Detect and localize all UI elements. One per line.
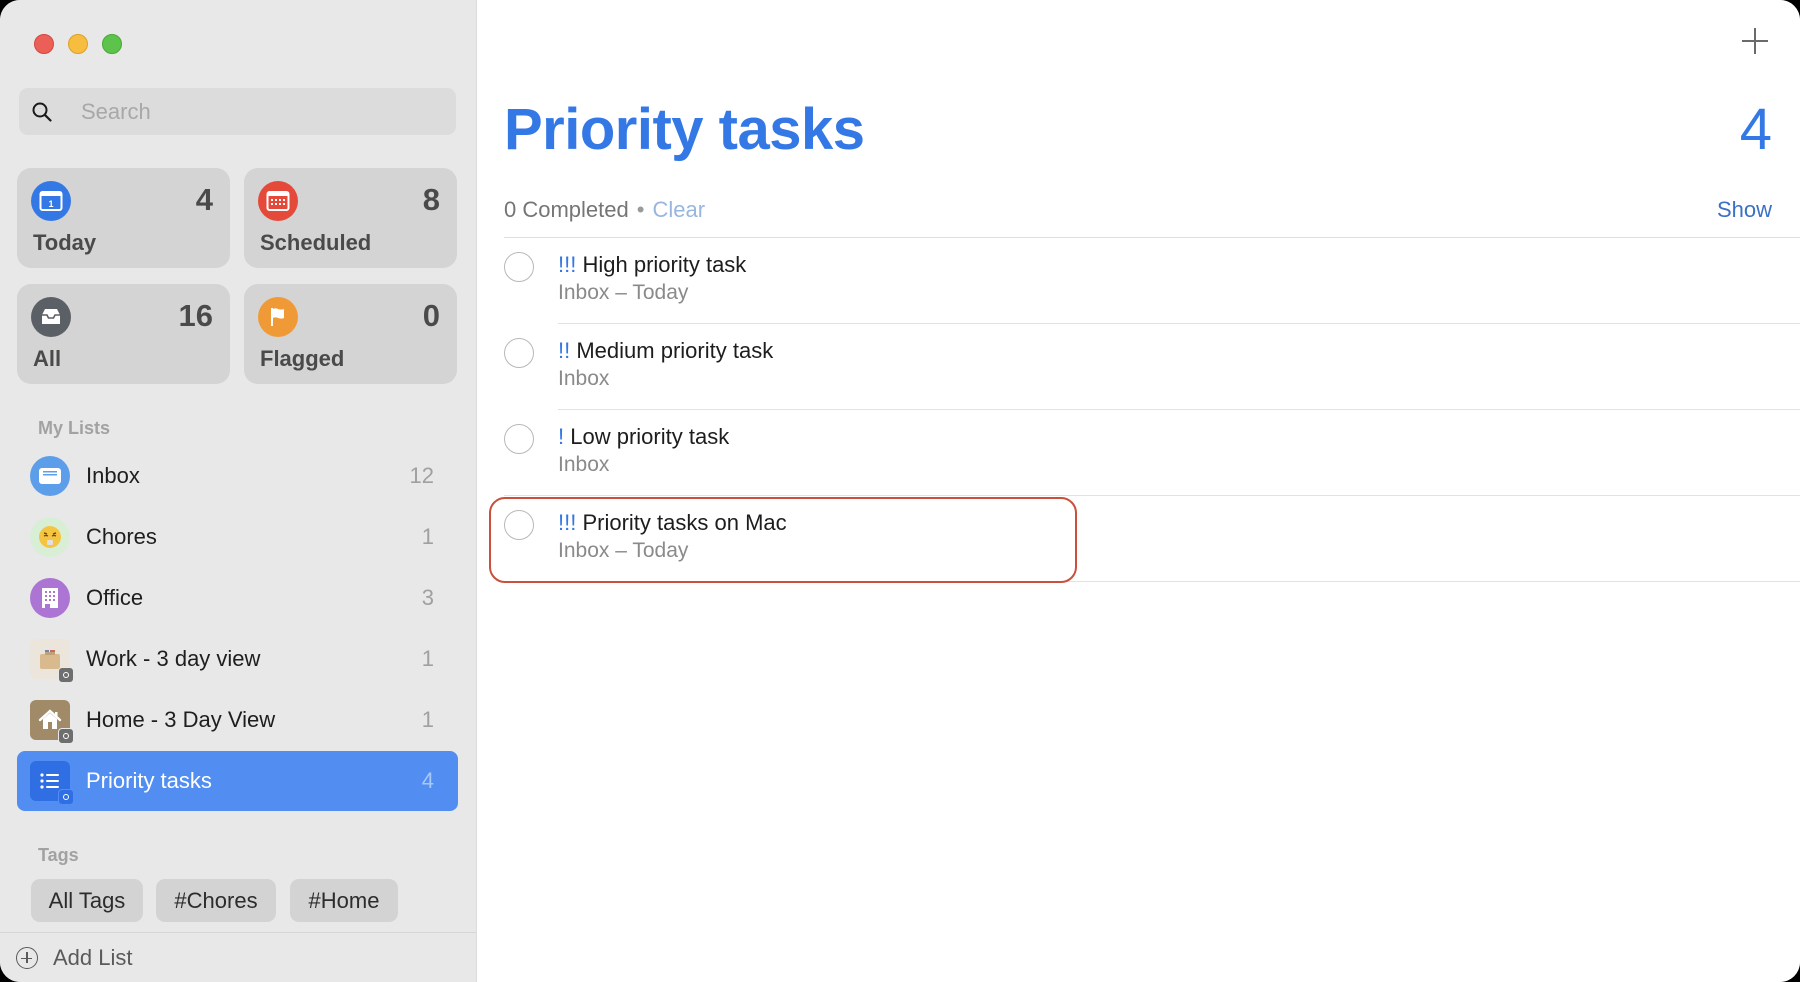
list-count: 1 xyxy=(421,646,434,671)
add-list-label: Add List xyxy=(53,945,133,970)
flagged-count: 0 xyxy=(422,298,440,333)
smart-list-today[interactable]: 1 4 Today xyxy=(17,168,230,268)
list-title: Priority tasks xyxy=(504,97,865,162)
task-title-text: High priority task xyxy=(582,252,747,277)
list-item-inbox[interactable]: Inbox 12 xyxy=(17,446,458,506)
smart-list-all[interactable]: 16 All xyxy=(17,284,230,384)
task-row[interactable]: ! Low priority task Inbox xyxy=(477,410,1800,496)
list-item-home-3-day-view[interactable]: Home - 3 Day View 1 xyxy=(17,690,458,750)
reminders-window: 1 4 Today 8 Scheduled 16 All 0 Flagged xyxy=(0,0,1800,982)
sidebar-footer-divider xyxy=(0,932,476,933)
list-count: 1 xyxy=(421,524,434,549)
priority-marker: !! xyxy=(558,338,571,363)
add-reminder-button[interactable] xyxy=(1742,28,1768,54)
flag-icon xyxy=(258,297,298,337)
all-label: All xyxy=(33,346,62,371)
main-pane: Priority tasks 4 0 Completed • Clear Show … xyxy=(477,0,1800,982)
task-title[interactable]: !! Medium priority task xyxy=(558,338,773,364)
task-subtitle: Inbox xyxy=(558,367,610,390)
task-title[interactable]: !!! High priority task xyxy=(558,252,746,278)
window-close-button[interactable] xyxy=(34,34,54,54)
calendar-today-icon: 1 xyxy=(31,181,71,221)
list-name: Chores xyxy=(86,524,157,549)
list-count: 3 xyxy=(421,585,434,610)
separator-dot: • xyxy=(636,197,645,222)
annotation-highlight-box xyxy=(489,497,1077,583)
list-name: Home - 3 Day View xyxy=(86,707,276,732)
list-bullets-icon xyxy=(30,761,74,805)
list-count: 4 xyxy=(421,768,434,793)
task-subtitle: Inbox xyxy=(558,453,610,476)
emoji-steam-face-icon xyxy=(30,517,70,557)
smart-list-gear-icon xyxy=(58,728,74,744)
calendar-scheduled-icon xyxy=(258,181,298,221)
priority-marker: ! xyxy=(558,424,565,449)
sidebar: 1 4 Today 8 Scheduled 16 All 0 Flagged xyxy=(0,0,477,982)
tag-all-tags[interactable]: All Tags xyxy=(31,879,143,922)
smart-list-gear-icon xyxy=(58,667,74,683)
window-minimize-button[interactable] xyxy=(68,34,88,54)
priority-marker: !!! xyxy=(558,252,577,277)
inbox-icon xyxy=(30,456,70,496)
search-input[interactable] xyxy=(81,88,441,135)
list-name: Office xyxy=(86,585,144,610)
today-label: Today xyxy=(33,230,97,255)
add-list-button[interactable]: Add List xyxy=(16,942,133,974)
list-item-priority-tasks[interactable]: Priority tasks 4 xyxy=(17,751,458,811)
my-lists-heading: My Lists xyxy=(38,418,111,438)
plus-circle-icon xyxy=(16,947,38,969)
task-title-text: Medium priority task xyxy=(576,338,774,363)
list-name: Inbox xyxy=(86,463,140,488)
list-total-count: 4 xyxy=(1739,97,1772,162)
scheduled-label: Scheduled xyxy=(260,230,372,255)
clear-completed-button[interactable]: Clear xyxy=(652,197,705,222)
tray-icon xyxy=(31,297,71,337)
all-count: 16 xyxy=(178,298,213,333)
tags-heading: Tags xyxy=(38,845,79,865)
house-icon xyxy=(30,700,74,744)
list-item-chores[interactable]: Chores 1 xyxy=(17,507,458,567)
flagged-label: Flagged xyxy=(260,346,345,371)
box-icon xyxy=(30,639,74,683)
smart-list-gear-icon xyxy=(58,789,74,805)
search-icon xyxy=(32,102,52,122)
completed-summary: 0 Completed • Clear xyxy=(504,197,705,223)
show-completed-button[interactable]: Show xyxy=(1717,197,1772,223)
task-row[interactable]: !!! High priority task Inbox – Today xyxy=(477,238,1800,324)
task-row[interactable]: !! Medium priority task Inbox xyxy=(477,324,1800,410)
scheduled-count: 8 xyxy=(422,182,440,217)
list-item-work-3-day-view[interactable]: Work - 3 day view 1 xyxy=(17,629,458,689)
tag-home[interactable]: #Home xyxy=(290,879,398,922)
task-title-text: Low priority task xyxy=(570,424,730,449)
task-subtitle: Inbox – Today xyxy=(558,281,689,304)
complete-checkbox[interactable] xyxy=(504,338,534,368)
list-name: Work - 3 day view xyxy=(86,646,261,671)
task-title[interactable]: ! Low priority task xyxy=(558,424,729,450)
list-item-office[interactable]: Office 3 xyxy=(17,568,458,628)
window-maximize-button[interactable] xyxy=(102,34,122,54)
smart-list-flagged[interactable]: 0 Flagged xyxy=(244,284,457,384)
completed-count-text: 0 Completed xyxy=(504,197,629,222)
building-icon xyxy=(30,578,70,618)
complete-checkbox[interactable] xyxy=(504,252,534,282)
smart-list-scheduled[interactable]: 8 Scheduled xyxy=(244,168,457,268)
complete-checkbox[interactable] xyxy=(504,424,534,454)
svg-text:1: 1 xyxy=(48,199,53,209)
list-count: 1 xyxy=(421,707,434,732)
list-name: Priority tasks xyxy=(86,768,212,793)
today-count: 4 xyxy=(195,182,213,217)
tag-chores[interactable]: #Chores xyxy=(156,879,276,922)
list-count: 12 xyxy=(409,463,434,488)
search-field[interactable] xyxy=(19,88,456,135)
